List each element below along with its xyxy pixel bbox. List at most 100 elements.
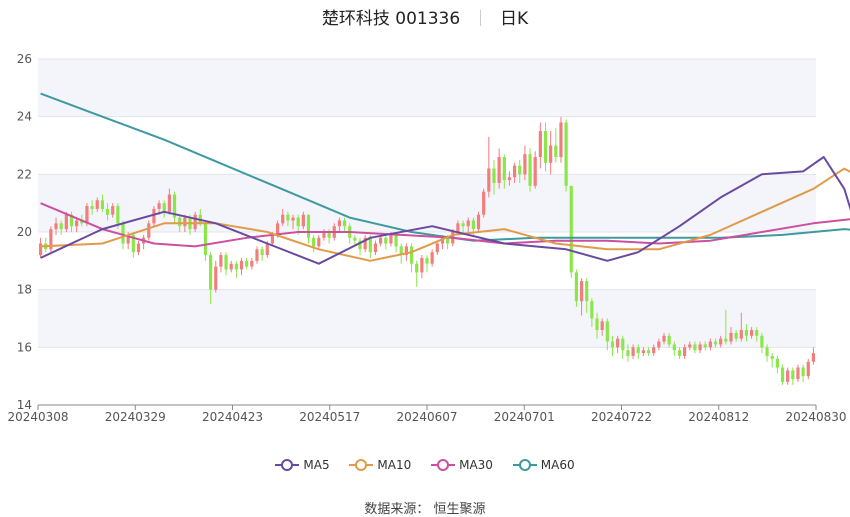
candle-body	[739, 330, 743, 339]
candle-body	[275, 223, 280, 235]
candle-body	[549, 145, 553, 163]
candle-body	[471, 220, 475, 230]
candle-body	[116, 206, 120, 224]
candle-body	[95, 200, 99, 209]
candle-body	[255, 249, 259, 261]
candle-body	[574, 272, 579, 302]
candle-body	[672, 344, 676, 351]
candle-body	[641, 350, 645, 354]
candle-body	[708, 341, 712, 348]
candle-body	[85, 206, 89, 224]
candle-body	[54, 223, 58, 230]
candle-body	[744, 330, 749, 336]
candle-body	[585, 281, 589, 302]
candle-body	[342, 220, 347, 227]
ma60-swatch-icon	[512, 459, 537, 471]
x-tick-label: 20240329	[105, 410, 166, 424]
candle-body	[719, 338, 723, 345]
candle-body	[600, 321, 604, 331]
ma5-swatch-icon	[275, 459, 300, 471]
candle-body	[595, 318, 599, 331]
candle-body	[167, 194, 171, 212]
candle-body	[528, 154, 532, 186]
candle-body	[507, 177, 512, 181]
candle-body	[75, 220, 79, 227]
candle-body	[152, 208, 156, 224]
candle-body	[250, 260, 254, 267]
x-tick-label: 20240308	[7, 410, 68, 424]
candle-body	[482, 191, 486, 215]
candle-body	[502, 157, 506, 181]
x-tick-label: 20240701	[494, 410, 555, 424]
candle-body	[518, 165, 522, 175]
ma10-swatch-icon	[349, 459, 374, 471]
candle-body	[38, 243, 43, 256]
candle-body	[111, 206, 115, 215]
candle-body	[786, 370, 790, 382]
y-tick-label: 26	[17, 52, 32, 66]
candle-body	[616, 338, 620, 348]
candle-body	[755, 330, 759, 336]
candle-body	[239, 260, 244, 270]
candle-body	[435, 243, 439, 253]
legend-label-ma60: MA60	[540, 458, 575, 472]
candle-body	[425, 257, 429, 264]
candle-body	[657, 341, 661, 348]
candle-body	[729, 332, 733, 342]
candle-body	[683, 347, 687, 356]
candle-body	[368, 237, 372, 253]
candle-body	[590, 301, 594, 319]
y-tick-label: 20	[17, 225, 32, 239]
legend-item-ma10[interactable]: MA10	[349, 458, 411, 472]
legend-label-ma30: MA30	[459, 458, 493, 472]
legend-item-ma60[interactable]: MA60	[512, 458, 575, 472]
candle-body	[415, 263, 419, 273]
candle-body	[90, 206, 94, 209]
candle-body	[281, 214, 285, 224]
y-tick-label: 18	[17, 283, 32, 297]
y-tick-label: 22	[17, 167, 32, 181]
y-tick-label: 16	[17, 340, 32, 354]
candle-body	[270, 234, 275, 244]
candle-body	[806, 361, 810, 377]
candle-body	[605, 321, 609, 342]
candle-body	[466, 220, 470, 227]
candle-body	[203, 223, 208, 256]
candle-body	[301, 214, 305, 227]
candle-body	[394, 234, 398, 247]
candle-body	[476, 214, 481, 230]
candle-body	[136, 243, 141, 253]
grid-band	[38, 59, 816, 117]
candle-body	[796, 367, 800, 380]
candle-body	[734, 332, 738, 339]
candle-body	[543, 131, 548, 163]
candle-body	[621, 338, 625, 351]
candle-body	[579, 281, 584, 302]
candle-body	[791, 370, 795, 380]
candle-body	[219, 255, 223, 267]
candle-body	[178, 217, 182, 227]
candle-body	[446, 237, 450, 244]
candle-body	[703, 344, 707, 348]
candle-body	[234, 263, 238, 270]
candle-body	[147, 223, 151, 238]
x-tick-label: 20240722	[591, 410, 652, 424]
candle-body	[291, 217, 295, 221]
candle-body	[775, 358, 779, 368]
candlestick-chart: 1416182022242620240308 20240329 20240423 20…	[7, 52, 850, 424]
candle-body	[224, 255, 228, 270]
candle-body	[554, 145, 558, 158]
candle-body	[353, 237, 357, 241]
legend-item-ma5[interactable]: MA5	[275, 458, 330, 472]
grid-band	[38, 289, 816, 348]
candle-body	[662, 335, 666, 342]
candle-body	[105, 208, 110, 215]
candle-body	[631, 347, 635, 356]
candle-body	[100, 200, 105, 209]
legend-label-ma10: MA10	[377, 458, 412, 472]
x-tick-label: 20240517	[299, 410, 360, 424]
legend-item-ma30[interactable]: MA30	[431, 458, 493, 472]
candle-body	[533, 157, 537, 186]
candle-body	[214, 266, 218, 290]
x-tick-label: 20240812	[688, 410, 749, 424]
